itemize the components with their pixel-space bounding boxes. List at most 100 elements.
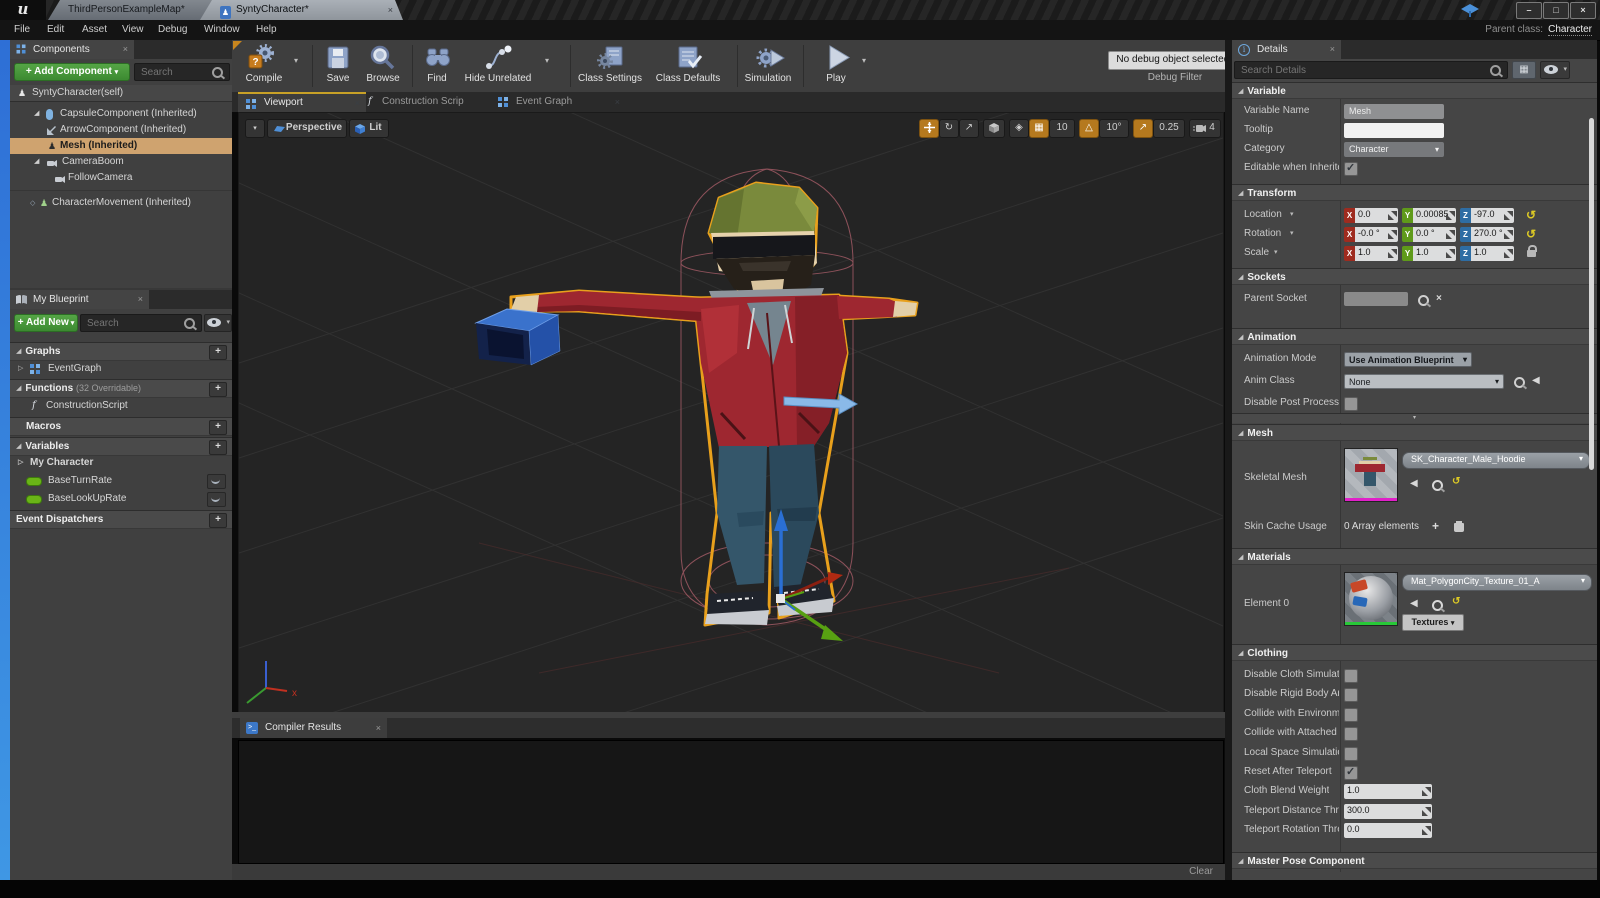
class-defaults-label[interactable]: Class Defaults (647, 73, 729, 84)
translate-mode-button[interactable] (919, 119, 939, 138)
rotation-x-field[interactable]: -0.0 ° (1355, 227, 1398, 242)
tree-row-charactermovement[interactable]: ◇ ♟ CharacterMovement (Inherited) (10, 195, 232, 211)
menu-file[interactable]: File (14, 20, 30, 40)
visibility-filter-button[interactable]: ▾ (204, 314, 232, 332)
property-matrix-button[interactable]: ▦ (1512, 61, 1536, 79)
rotation-snap-value[interactable]: 10° (1099, 119, 1129, 138)
tab-event-graph[interactable]: Event Graph × (490, 92, 626, 112)
components-search-input[interactable] (139, 65, 209, 80)
reset-mesh-icon[interactable]: ↺ (1452, 476, 1460, 487)
play-icon[interactable] (824, 43, 852, 72)
graphs-header[interactable]: ◢ Graphs + (10, 342, 232, 361)
tutorial-cap-icon[interactable] (1460, 2, 1480, 18)
parent-class-value[interactable]: Character (1548, 24, 1592, 36)
section-animation[interactable]: ◢ Animation (1232, 328, 1597, 345)
animation-mode-dropdown[interactable]: Use Animation Blueprint ▾ (1344, 352, 1472, 367)
closed-eye-icon[interactable] (207, 492, 226, 507)
section-materials[interactable]: ◢ Materials (1232, 548, 1597, 565)
socket-clear-icon[interactable]: × (1436, 293, 1442, 304)
location-x-field[interactable]: 0.0 (1355, 208, 1398, 223)
tree-row-self[interactable]: ♟ SyntyCharacter(self) (10, 85, 232, 102)
anim-class-dropdown[interactable]: None ▾ (1344, 374, 1504, 389)
scale-snap-button[interactable]: ↗ (1133, 119, 1153, 138)
eventgraph-row[interactable]: ▷ EventGraph (10, 361, 232, 377)
location-z-field[interactable]: -97.0 (1471, 208, 1514, 223)
tab-components[interactable]: Components × (10, 40, 134, 59)
scale-z-field[interactable]: 1.0 (1471, 246, 1514, 261)
rotation-y-field[interactable]: 0.0 ° (1413, 227, 1456, 242)
section-master-pose[interactable]: ◢ Master Pose Component (1232, 852, 1597, 869)
section-variable[interactable]: ◢ Variable (1232, 82, 1597, 99)
tree-row-followcamera[interactable]: FollowCamera (10, 170, 232, 186)
close-icon[interactable]: × (615, 92, 620, 112)
event-dispatchers-header[interactable]: Event Dispatchers + (10, 510, 232, 529)
tab-my-blueprint[interactable]: My Blueprint × (10, 290, 149, 309)
class-settings-label[interactable]: Class Settings (570, 73, 650, 84)
parent-socket-field[interactable] (1344, 292, 1408, 306)
compiler-results-log[interactable] (238, 740, 1224, 864)
constructionscript-row[interactable]: f ConstructionScript (10, 398, 232, 414)
collapse-icon[interactable]: ◢ (34, 106, 39, 122)
scale-y-field[interactable]: 1.0 (1413, 246, 1456, 261)
closed-eye-icon[interactable] (207, 474, 226, 489)
surface-snap-button[interactable]: ◈ (1009, 119, 1029, 138)
save-icon[interactable] (325, 45, 351, 71)
clear-log-button[interactable]: Clear (1189, 866, 1213, 877)
close-icon[interactable]: × (376, 718, 381, 738)
functions-header[interactable]: ◢ Functions (32 Overridable) + (10, 379, 232, 398)
teleport-rotation-field[interactable]: 0.0 (1344, 823, 1432, 838)
expand-icon[interactable]: ▷ (18, 455, 23, 471)
rotation-z-field[interactable]: 270.0 ° (1471, 227, 1514, 242)
anim-class-back-icon[interactable]: ◀ (1532, 375, 1540, 386)
components-search[interactable] (134, 63, 230, 81)
cloth-blend-field[interactable]: 1.0 (1344, 784, 1432, 799)
menu-help[interactable]: Help (256, 20, 277, 40)
use-selected-icon[interactable]: ◀ (1410, 478, 1418, 489)
tab-details[interactable]: i Details × (1232, 40, 1341, 59)
checkbox[interactable] (1344, 669, 1358, 683)
checkbox[interactable] (1344, 747, 1358, 761)
class-settings-icon[interactable] (595, 44, 625, 72)
browse-to-icon[interactable] (1432, 600, 1443, 611)
trash-icon[interactable] (1454, 521, 1464, 532)
checkbox[interactable] (1344, 708, 1358, 722)
close-icon[interactable]: × (388, 0, 393, 20)
viewport-options-dropdown[interactable]: ▾ (245, 119, 265, 138)
textures-button[interactable]: Textures ▾ (1402, 614, 1464, 631)
hide-unrelated-label[interactable]: Hide Unrelated (455, 73, 541, 84)
add-macro-button[interactable]: + (209, 420, 227, 435)
perspective-button[interactable]: Perspective (267, 119, 347, 138)
variables-header[interactable]: ◢ Variables + (10, 437, 232, 456)
add-dispatcher-button[interactable]: + (209, 513, 227, 528)
checkbox[interactable] (1344, 688, 1358, 702)
use-selected-icon[interactable]: ◀ (1410, 598, 1418, 609)
hide-unrelated-icon[interactable] (484, 44, 512, 72)
debug-object-dropdown[interactable]: No debug object selected ▾ (1108, 51, 1244, 70)
grid-snap-value[interactable]: 10 (1049, 119, 1075, 138)
play-options-dropdown[interactable]: ▾ (862, 56, 866, 65)
menu-window[interactable]: Window (204, 20, 240, 40)
skeletal-mesh-combo[interactable]: SK_Character_Male_Hoodie ▾ (1402, 452, 1590, 469)
tab-compiler-results[interactable]: >_ Compiler Results × (240, 718, 387, 738)
hide-unrelated-dropdown[interactable]: ▾ (545, 56, 549, 65)
find-label[interactable]: Find (415, 73, 459, 84)
maximize-button[interactable]: □ (1543, 2, 1569, 19)
class-defaults-icon[interactable] (674, 44, 704, 72)
compile-label[interactable]: Compile (236, 73, 292, 84)
add-graph-button[interactable]: + (209, 345, 227, 360)
teleport-distance-field[interactable]: 300.0 (1344, 804, 1432, 819)
menu-view[interactable]: View (122, 20, 144, 40)
location-y-field[interactable]: 0.00085 (1413, 208, 1456, 223)
lit-mode-button[interactable]: Lit (349, 119, 389, 138)
add-new-button[interactable]: + Add New ▾ (14, 314, 78, 332)
menu-asset[interactable]: Asset (82, 20, 107, 40)
details-search[interactable] (1234, 61, 1508, 79)
section-sockets[interactable]: ◢ Sockets (1232, 268, 1597, 285)
tooltip-field[interactable] (1344, 123, 1444, 138)
close-icon[interactable]: × (1330, 40, 1335, 59)
skeletal-mesh-thumbnail[interactable] (1344, 448, 1398, 502)
details-view-options[interactable]: ▾ (1540, 61, 1570, 79)
camera-speed-button[interactable]: 4 (1189, 119, 1221, 138)
browse-to-icon[interactable] (1432, 480, 1443, 491)
section-mesh[interactable]: ◢ Mesh (1232, 424, 1597, 441)
